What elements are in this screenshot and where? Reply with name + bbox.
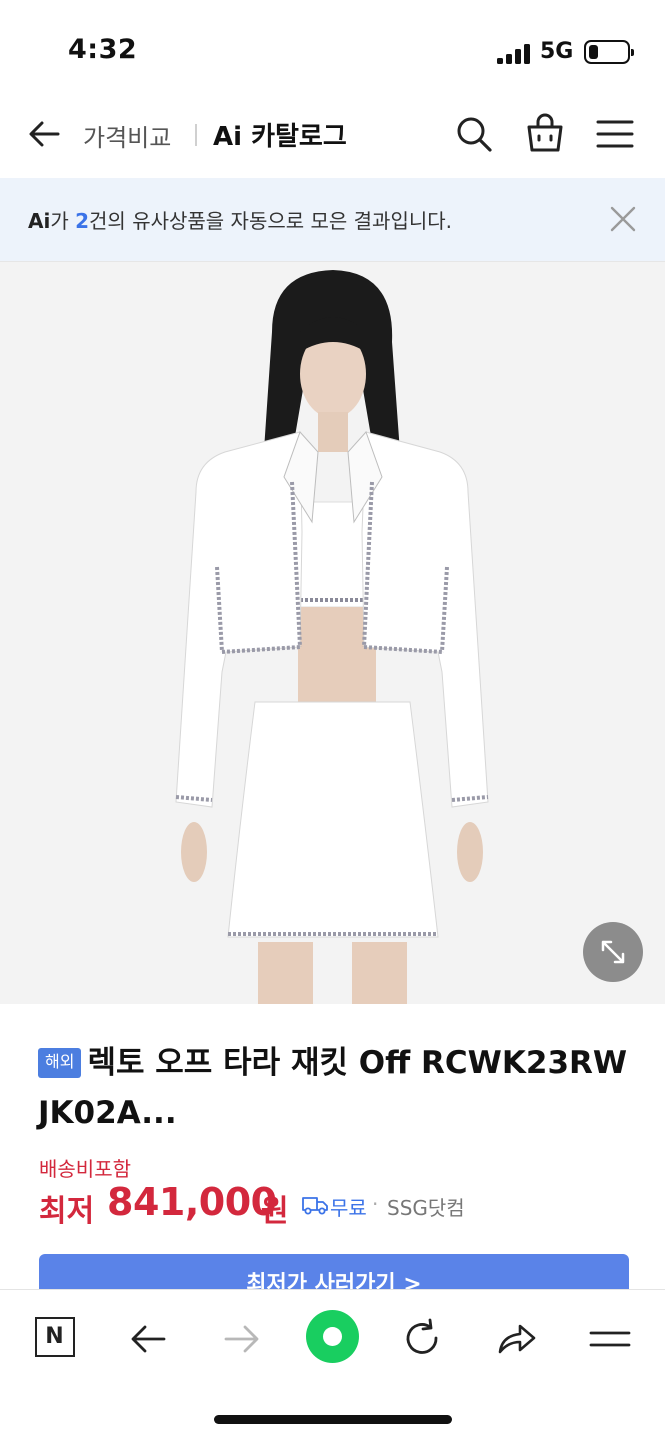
close-icon[interactable] [608,204,638,234]
ai-mark: Ai [28,209,51,233]
price-value: 841,000 [107,1180,277,1224]
shipping-note: 배송비포함 [39,1157,131,1181]
header-subtitle[interactable]: 가격비교 [83,118,171,153]
menu-icon[interactable] [587,1316,633,1362]
product-title[interactable]: 해외 렉토 오프 타라 재킷 Off RCWK23RW JK02A... [38,1038,638,1138]
signal-icon [497,44,533,64]
app-header: 가격비교 Ai 카탈로그 [0,100,665,178]
arrow-left-icon[interactable] [24,114,64,154]
ai-notice-banner: Ai가 2건의 유사상품을 자동으로 모은 결과입니다. [0,178,665,262]
battery-icon [584,40,634,64]
overseas-badge: 해외 [38,1048,82,1078]
back-arrow-icon[interactable] [126,1316,172,1362]
naver-home-label: N [45,1324,64,1349]
home-indicator [214,1415,452,1424]
notice-prefix: 가 [50,209,76,233]
naver-home-icon[interactable]: N [35,1317,75,1357]
truck-icon [302,1197,328,1215]
page-title: Ai 카탈로그 [213,122,347,152]
status-time: 4:32 [68,34,138,65]
notice-count: 2 [75,209,90,233]
expand-icon[interactable] [583,922,643,982]
notice-suffix: 건의 유사상품을 자동으로 모은 결과입니다. [89,209,453,233]
forward-arrow-icon[interactable] [218,1316,264,1362]
price-label: 최저 [39,1194,95,1229]
product-photo [0,262,665,1004]
share-icon[interactable] [494,1316,540,1362]
status-bar: 4:32 5G [0,0,665,100]
separator-dot: · [372,1192,379,1216]
hamburger-menu-icon[interactable] [596,116,634,152]
header-divider [195,124,197,146]
reload-icon[interactable] [400,1316,446,1362]
price-unit: 원 [261,1194,289,1229]
network-label: 5G [540,39,574,64]
seller-name[interactable]: SSG닷컴 [387,1192,465,1221]
green-dot-icon[interactable] [306,1310,359,1363]
product-image[interactable] [0,262,665,1004]
shopping-bag-icon[interactable] [525,112,565,154]
product-title-text: 렉토 오프 타라 재킷 Off RCWK23RW JK02A... [38,1045,628,1131]
search-icon[interactable] [454,114,494,154]
notice-text: Ai가 2건의 유사상품을 자동으로 모은 결과입니다. [28,205,452,234]
shipping-free: 무료 [330,1196,367,1220]
